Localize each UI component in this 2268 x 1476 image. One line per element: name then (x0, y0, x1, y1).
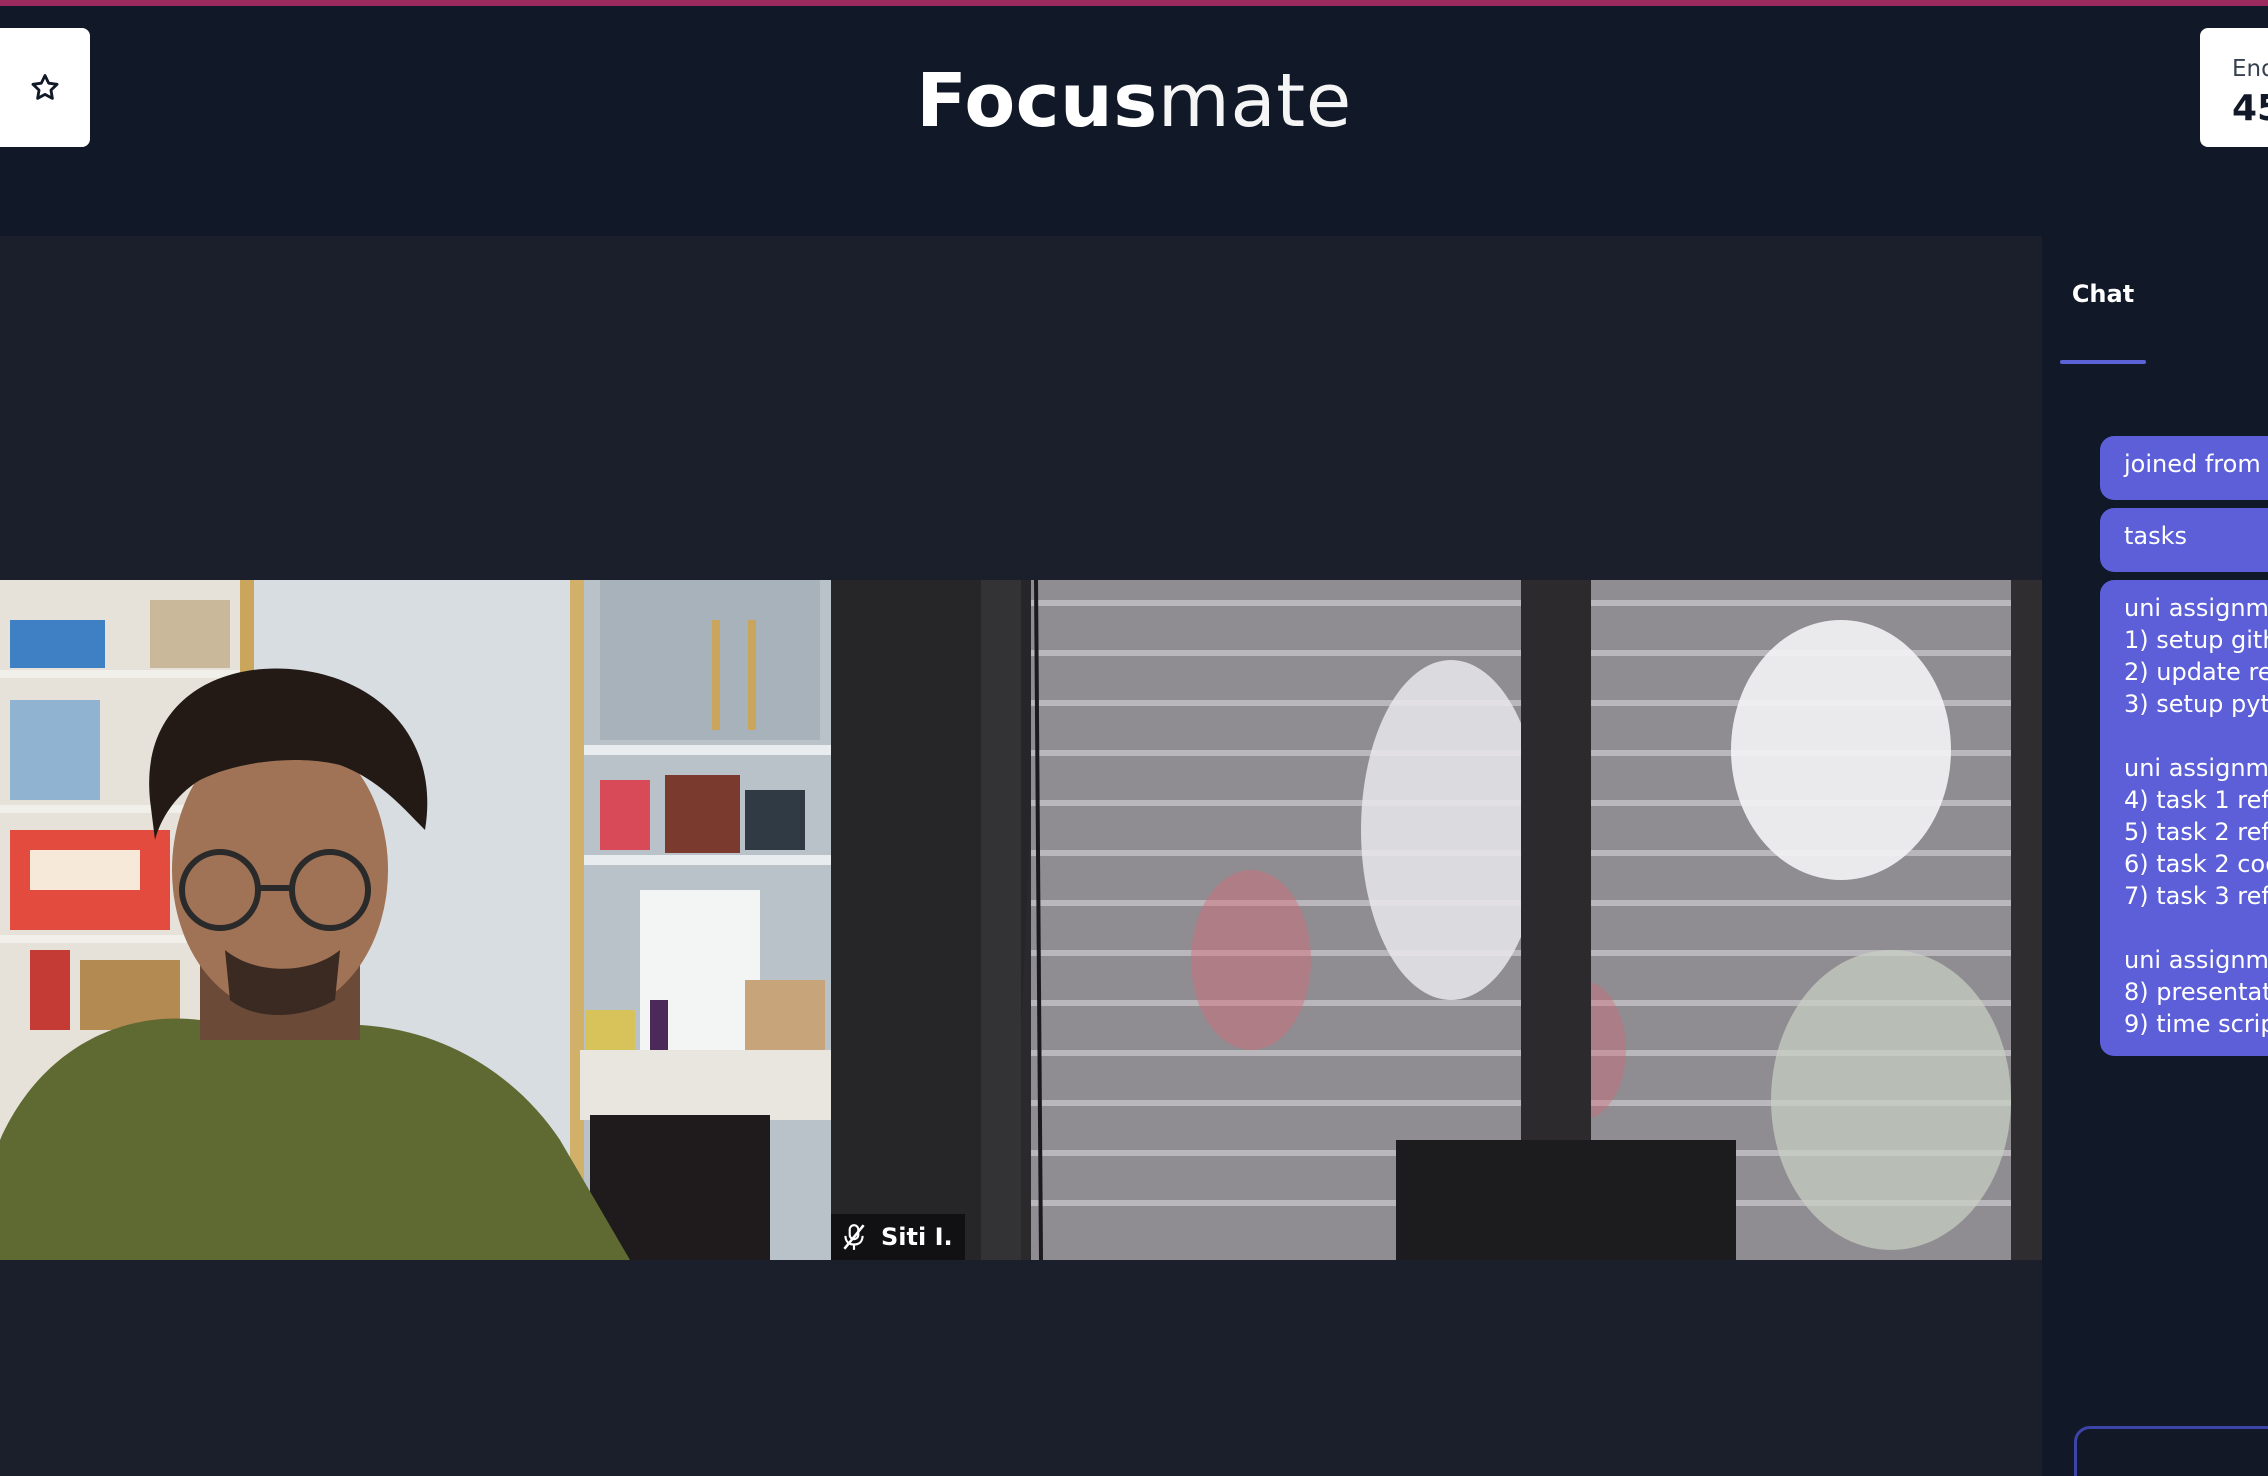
tab-chat-label: Chat (2071, 280, 2135, 308)
video-stage: Siti I. (0, 236, 2042, 1476)
session-header: Focusmate End 45 (0, 6, 2268, 236)
focusmate-logo: Focusmate (0, 51, 2268, 151)
session-timer-label: End (2232, 56, 2268, 82)
session-timer-card: End 45 (2200, 28, 2268, 147)
partner-video-feed: Siti I. (831, 580, 2042, 1260)
partner-video-image (831, 580, 2042, 1260)
microphone-muted-icon (843, 1224, 865, 1250)
chat-panel: Chat joined from l tasks uni assignme 1)… (2042, 236, 2268, 1476)
logo-text-bold: Focus (916, 58, 1158, 144)
active-tab-indicator (2060, 360, 2146, 364)
focusmate-app: Focusmate End 45 (0, 0, 2268, 1476)
logo-text-light: mate (1157, 58, 1352, 144)
session-timer-value: 45 (2232, 88, 2268, 129)
chat-message-input[interactable] (2074, 1426, 2268, 1476)
partner-name: Siti I. (881, 1223, 953, 1251)
chat-message: joined from l (2100, 436, 2268, 500)
tab-chat[interactable]: Chat (2060, 266, 2146, 364)
self-video-image (0, 580, 831, 1260)
chat-message: tasks (2100, 508, 2268, 572)
self-video-feed (0, 580, 831, 1260)
partner-name-tag: Siti I. (831, 1214, 965, 1260)
chat-message: uni assignme 1) setup githu 2) update re… (2100, 580, 2268, 1056)
